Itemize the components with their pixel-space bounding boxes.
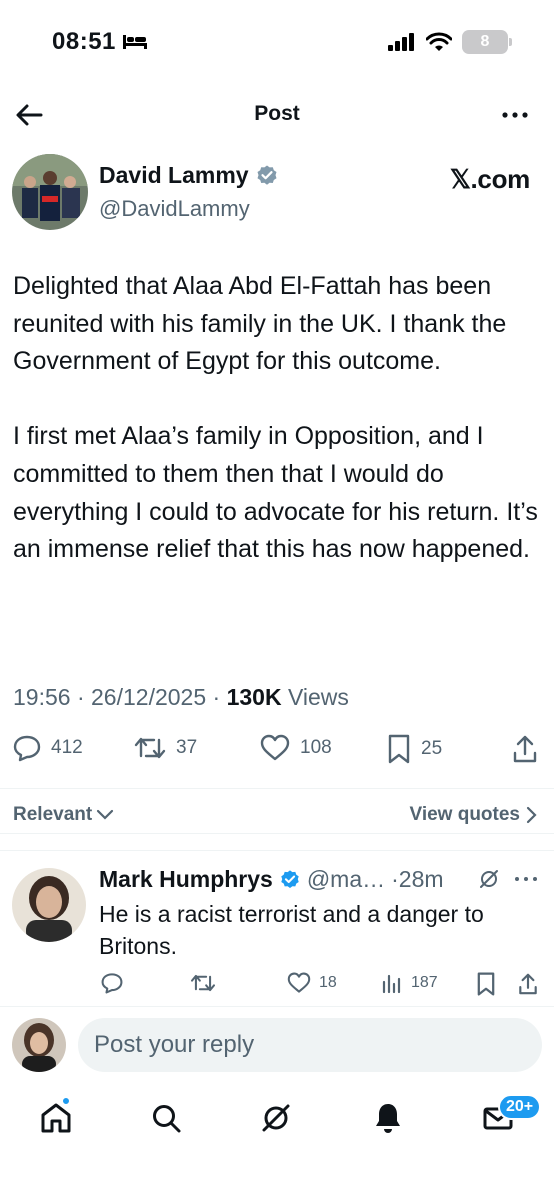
- wifi-icon: [426, 32, 452, 51]
- grok-icon[interactable]: [478, 868, 500, 890]
- analytics-icon: [382, 974, 401, 994]
- reply-views-button[interactable]: 187: [381, 972, 438, 994]
- home-icon: [41, 1103, 71, 1133]
- verified-badge-icon: [281, 869, 299, 888]
- post-text: Delighted that Alaa Abd El-Fattah has be…: [13, 268, 543, 569]
- repost-icon: [190, 974, 216, 992]
- repost-icon: [134, 737, 166, 759]
- divider: [0, 850, 554, 851]
- page-title: Post: [254, 102, 300, 125]
- reply-item[interactable]: Mark Humphrys @ma… ·28m He is a racist t…: [0, 862, 554, 1002]
- repost-button[interactable]: 37: [134, 734, 197, 762]
- reply-reply-button[interactable]: [101, 972, 123, 994]
- sort-dropdown[interactable]: Relevant: [13, 804, 114, 826]
- verified-badge-icon: [257, 165, 277, 185]
- reply-button[interactable]: 412: [13, 734, 83, 762]
- reply-count: 412: [51, 737, 83, 758]
- top-nav: Post: [0, 88, 554, 142]
- reply-like-button[interactable]: 18: [287, 972, 337, 994]
- share-icon: [513, 735, 537, 763]
- bookmark-icon: [477, 972, 495, 996]
- signal-icon: [388, 33, 414, 51]
- current-user-avatar[interactable]: [12, 1018, 66, 1072]
- post-date: 26/12/2025: [91, 684, 207, 710]
- author-avatar[interactable]: [12, 154, 88, 230]
- tab-grok[interactable]: [256, 1098, 296, 1138]
- source-watermark: 𝕏.com: [449, 164, 530, 194]
- battery-icon: 8: [462, 30, 512, 54]
- reply-like-count: 18: [319, 974, 337, 991]
- author-handle[interactable]: @DavidLammy: [99, 196, 250, 222]
- reply-icon: [101, 973, 123, 994]
- bookmark-button[interactable]: 25: [387, 734, 442, 764]
- like-button[interactable]: 108: [260, 734, 332, 762]
- replies-filter: Relevant View quotes: [0, 800, 554, 834]
- post-meta: 19:56 · 26/12/2025 · 130K Views: [13, 684, 349, 710]
- views-count: 130K: [226, 684, 282, 710]
- reply-view-count: 187: [411, 974, 438, 991]
- reply-input[interactable]: [78, 1018, 542, 1072]
- reply-author-name[interactable]: Mark Humphrys: [99, 866, 273, 893]
- reply-avatar[interactable]: [12, 868, 86, 942]
- reply-header-icons: [478, 868, 538, 890]
- heart-icon: [260, 734, 290, 761]
- share-icon: [519, 973, 537, 995]
- reply-share-button[interactable]: [518, 972, 538, 996]
- author-name[interactable]: David Lammy: [99, 162, 279, 189]
- reply-icon: [13, 735, 41, 762]
- reply-actions: 18 187: [0, 972, 554, 1002]
- post-time: 19:56: [13, 684, 71, 710]
- bookmark-count: 25: [421, 738, 443, 759]
- grok-icon: [262, 1104, 290, 1132]
- chevron-right-icon: [526, 806, 537, 824]
- post-paragraph: Delighted that Alaa Abd El-Fattah has be…: [13, 272, 507, 376]
- search-icon: [153, 1105, 181, 1133]
- tab-notifications[interactable]: [368, 1098, 408, 1138]
- view-quotes-link[interactable]: View quotes: [409, 804, 538, 826]
- status-icons: 8: [388, 30, 512, 54]
- repost-count: 37: [176, 737, 198, 758]
- post-actions: 412 37 108 25: [0, 734, 554, 774]
- bottom-tab-bar: [0, 1090, 554, 1150]
- like-count: 108: [300, 737, 332, 758]
- bell-icon: [376, 1104, 400, 1133]
- heart-icon: [287, 972, 311, 993]
- divider: [0, 788, 554, 789]
- reply-text: He is a racist terrorist and a danger to…: [99, 901, 484, 959]
- divider: [0, 1006, 554, 1007]
- status-time: 08:51: [52, 28, 148, 56]
- reply-author-handle[interactable]: @ma…: [307, 866, 385, 893]
- messages-badge: 20+: [498, 1094, 542, 1120]
- reply-composer: [0, 1016, 554, 1074]
- status-bar: 08:51 8: [0, 0, 554, 86]
- home-unread-dot: [61, 1096, 71, 1106]
- post-paragraph: I first met Alaa’s family in Opposition,…: [13, 422, 538, 564]
- reply-age: ·28m: [391, 866, 444, 892]
- tab-search[interactable]: [146, 1098, 186, 1138]
- chevron-down-icon: [97, 809, 114, 820]
- more-options-icon[interactable]: [500, 100, 530, 130]
- reply-header: Mark Humphrys @ma… ·28m: [99, 866, 444, 893]
- views-label: Views: [287, 684, 349, 710]
- reply-bookmark-button[interactable]: [476, 972, 496, 996]
- sleep-bed-icon: [122, 35, 147, 49]
- share-button[interactable]: [512, 734, 538, 764]
- bookmark-icon: [388, 734, 410, 764]
- more-options-icon[interactable]: [514, 875, 538, 883]
- post-author: David Lammy @DavidLammy 𝕏.com: [0, 154, 554, 234]
- reply-repost-button[interactable]: [190, 972, 216, 994]
